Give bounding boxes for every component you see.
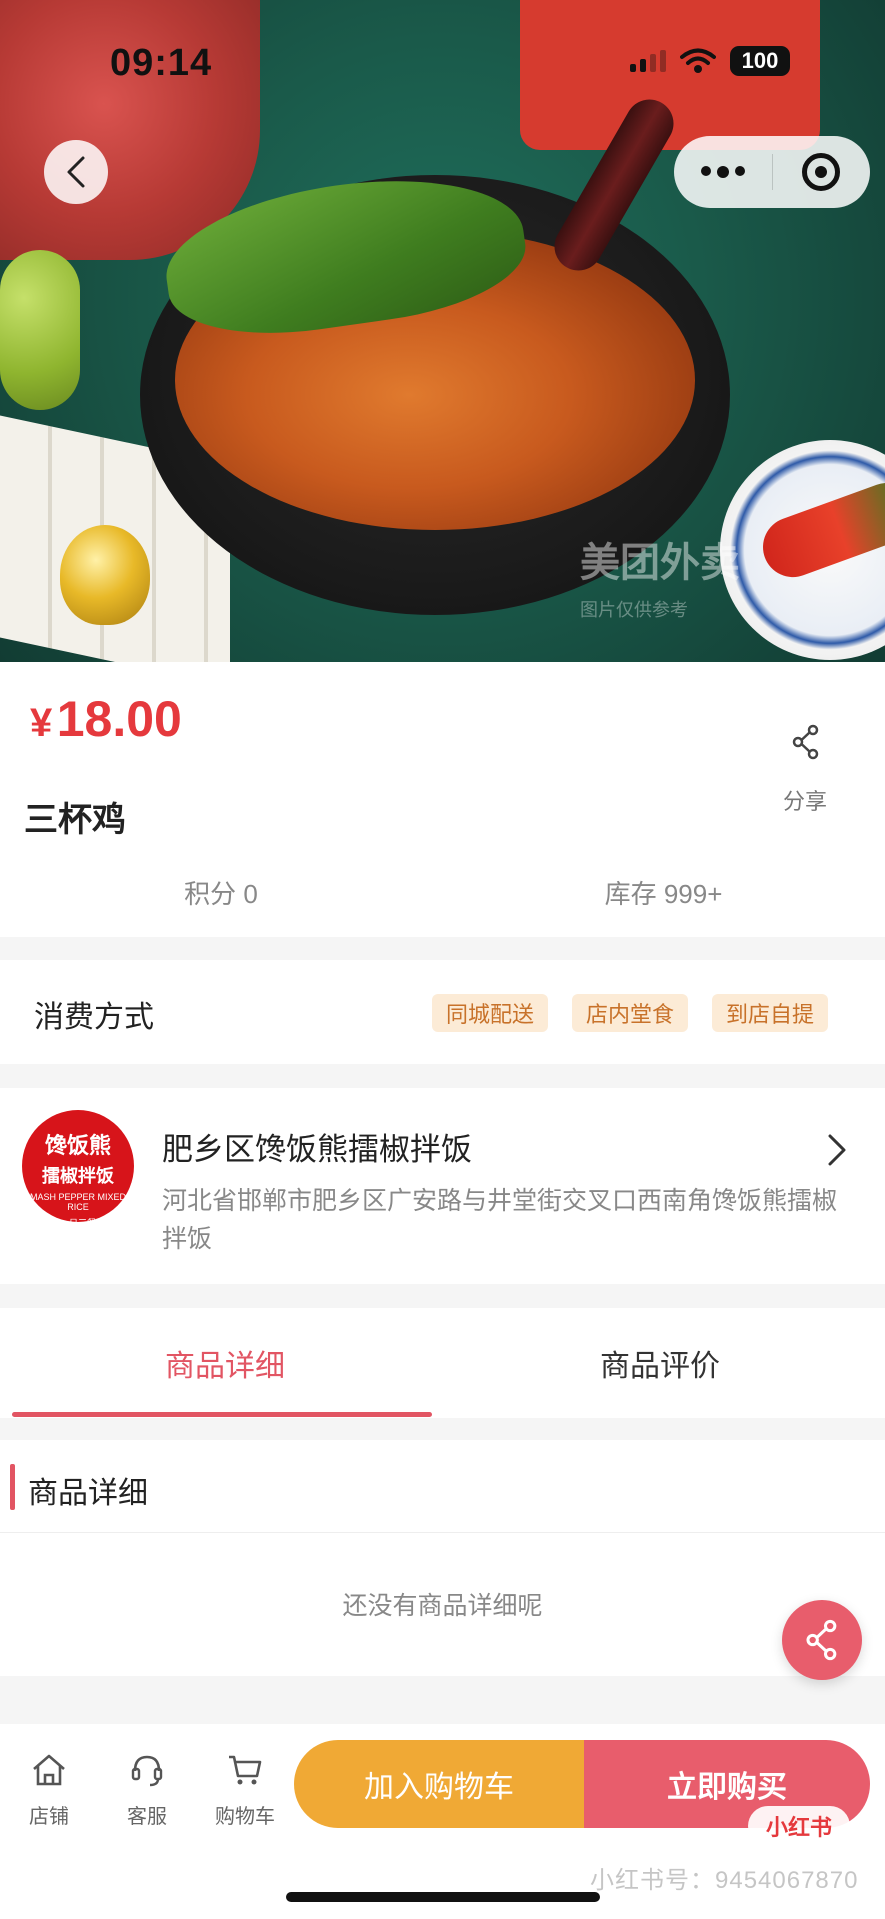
nav-store[interactable]: 店铺 <box>9 1748 89 1829</box>
chevron-right-icon <box>828 1134 846 1166</box>
status-icons: 100 <box>630 46 790 76</box>
tab-product-reviews[interactable]: 商品评价 <box>445 1308 875 1418</box>
consumption-label: 消费方式 <box>34 1001 154 1034</box>
shop-card[interactable]: 馋饭熊 擂椒拌饭 MASH PEPPER MIXED RICE 一日三餐 肥乡区… <box>0 1088 885 1284</box>
status-time: 09:14 <box>110 42 213 84</box>
nav-service[interactable]: 客服 <box>107 1748 187 1829</box>
consumption-methods: 消费方式 同城配送 店内堂食 到店自提 <box>0 960 885 1064</box>
empty-detail-message: 还没有商品详细呢 <box>342 1592 543 1620</box>
miniprogram-capsule <box>674 136 870 208</box>
shop-logo-line1: 馋饭熊 <box>44 1133 111 1158</box>
nav-cart[interactable]: 购物车 <box>205 1748 285 1829</box>
product-detail-section: 商品详细 还没有商品详细呢 <box>0 1440 885 1676</box>
bottom-action-bar: 店铺 客服 购物车 加入购物车 立即购买 小红书 小红书号：9454067870 <box>0 1724 885 1919</box>
more-button[interactable] <box>674 136 772 208</box>
wifi-icon <box>680 48 716 73</box>
shop-logo-line3: MASH PEPPER MIXED RICE <box>29 1192 127 1212</box>
shop-logo-line2: 擂椒拌饭 <box>42 1166 114 1186</box>
share-button[interactable] <box>780 724 832 765</box>
shop-name: 肥乡区馋饭熊擂椒拌饭 <box>162 1132 472 1167</box>
chevron-left-icon <box>67 156 85 188</box>
share-icon <box>792 724 819 760</box>
target-icon <box>802 153 841 191</box>
xiaohongshu-id-watermark: 小红书号：9454067870 <box>590 1867 859 1894</box>
share-icon <box>806 1619 837 1661</box>
section-accent-bar <box>10 1464 15 1510</box>
image-watermark-sub: 图片仅供参考 <box>580 600 688 620</box>
add-to-cart-button[interactable]: 加入购物车 <box>294 1740 584 1828</box>
gold-ingot-decor <box>60 525 150 625</box>
currency-symbol: ¥ <box>30 701 53 745</box>
product-image[interactable]: 美团外卖 图片仅供参考 <box>0 0 885 662</box>
shop-logo-line4: 一日三餐 <box>59 1218 96 1228</box>
product-price: ¥ 18.00 <box>30 690 182 748</box>
tag-pickup: 到店自提 <box>712 994 829 1032</box>
shop-logo: 馋饭熊 擂椒拌饭 MASH PEPPER MIXED RICE 一日三餐 <box>22 1110 134 1228</box>
floating-share-button[interactable] <box>782 1600 862 1680</box>
customer-service-icon <box>131 1755 163 1787</box>
nav-service-label: 客服 <box>127 1806 167 1828</box>
home-icon <box>33 1754 65 1786</box>
cart-icon <box>229 1755 262 1785</box>
tag-city-delivery: 同城配送 <box>432 994 549 1032</box>
price-value: 18.00 <box>56 691 182 747</box>
tab-product-detail[interactable]: 商品详细 <box>10 1308 440 1418</box>
image-watermark: 美团外卖 <box>580 541 740 585</box>
points-value: 积分 0 <box>184 879 258 909</box>
nav-cart-label: 购物车 <box>215 1806 275 1828</box>
detail-section-title: 商品详细 <box>28 1477 148 1510</box>
stock-value: 库存 999+ <box>604 879 723 909</box>
divider <box>0 1532 885 1533</box>
active-tab-indicator <box>12 1412 432 1417</box>
xiaohongshu-watermark-badge: 小红书 <box>748 1806 851 1846</box>
battery-icon: 100 <box>730 46 790 76</box>
back-button[interactable] <box>44 140 108 204</box>
close-miniprogram-button[interactable] <box>773 136 871 208</box>
signal-icon <box>630 50 666 72</box>
more-dots-icon <box>700 166 745 178</box>
tag-dine-in: 店内堂食 <box>572 994 689 1032</box>
share-label[interactable]: 分享 <box>770 784 840 816</box>
grapes-decor <box>0 250 80 410</box>
shop-address: 河北省邯郸市肥乡区广安路与井堂街交叉口西南角馋饭熊擂椒拌饭 <box>162 1187 838 1253</box>
nav-store-label: 店铺 <box>29 1806 69 1828</box>
product-detail-page: 美团外卖 图片仅供参考 09:14 100 ¥ 18.00 分享 三杯鸡 积分 … <box>0 0 885 1919</box>
product-name: 三杯鸡 <box>24 801 126 839</box>
home-indicator[interactable] <box>286 1892 600 1902</box>
price-card: ¥ 18.00 分享 三杯鸡 积分 0 库存 999+ <box>0 662 885 937</box>
product-tabs: 商品详细 商品评价 <box>0 1308 885 1418</box>
